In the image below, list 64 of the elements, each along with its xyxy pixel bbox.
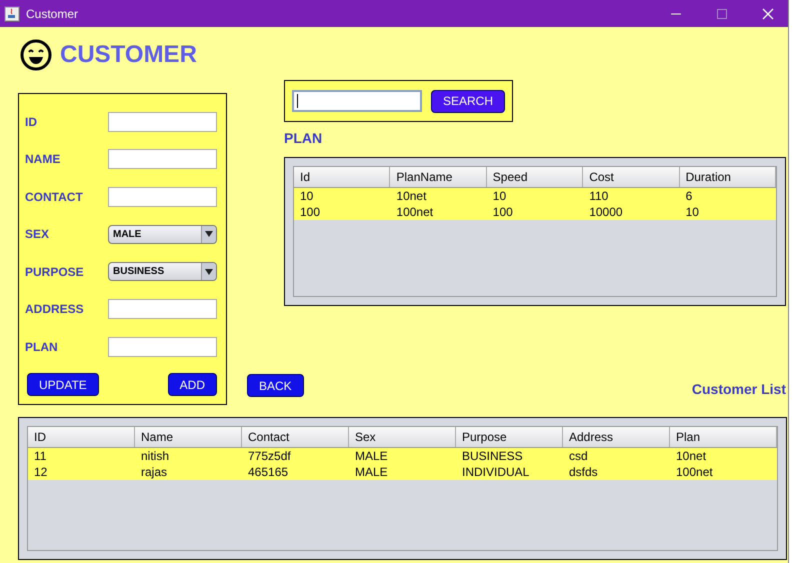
caret-icon	[205, 268, 213, 275]
table-cell-text: 465165	[247, 464, 290, 480]
search-button[interactable]: SEARCH	[431, 90, 506, 112]
field-label: PLAN	[25, 340, 58, 354]
table-cell-text: 10net	[395, 188, 428, 204]
column-header[interactable]: Id	[294, 167, 390, 187]
table-cell-text: 100net	[675, 464, 714, 480]
input-field[interactable]	[108, 299, 217, 320]
table-cell-text: 100net	[395, 204, 434, 220]
column-header[interactable]: Name	[135, 427, 242, 447]
page-heading: CUSTOMER	[60, 40, 197, 68]
input-field[interactable]	[108, 149, 217, 170]
table-cell-text: MALE	[354, 448, 389, 464]
column-header[interactable]: Duration	[680, 167, 776, 187]
column-header[interactable]: Cost	[583, 167, 680, 187]
table-cell-text: 10	[492, 188, 508, 204]
table-cell-text: BUSINESS	[461, 448, 524, 464]
table-cell-text: 100	[299, 204, 322, 220]
maximize-icon[interactable]	[716, 8, 728, 20]
column-header[interactable]: Address	[563, 427, 670, 447]
dropdown[interactable]: BUSINESS	[108, 262, 217, 282]
smiley-icon	[20, 38, 52, 70]
table-cell-text: nitish	[140, 448, 170, 464]
section-label: Customer List	[692, 381, 786, 397]
back-button[interactable]: BACK	[247, 374, 304, 397]
table-cell-text: 10net	[675, 448, 708, 464]
column-header[interactable]: Plan	[670, 427, 777, 447]
column-header[interactable]: Purpose	[456, 427, 563, 447]
input-field[interactable]	[108, 186, 217, 207]
field-label: CONTACT	[25, 190, 83, 204]
table-cell-text: 6	[684, 188, 694, 204]
field-label: ADDRESS	[25, 302, 84, 316]
field-label: ID	[25, 114, 37, 129]
input-field[interactable]	[108, 112, 217, 132]
field-label: PURPOSE	[25, 264, 84, 279]
table-cell-text: 11	[33, 448, 48, 464]
input-field[interactable]	[108, 336, 217, 357]
table-cell-text: INDIVIDUAL	[461, 464, 530, 480]
table-cell-text: rajas	[140, 464, 168, 480]
table-cell-text: csd	[568, 448, 589, 464]
table-cell-text: MALE	[354, 464, 389, 480]
table-cell-text: dsfds	[568, 464, 599, 480]
dropdown[interactable]: MALE	[108, 224, 217, 244]
table-cell-text: 10	[299, 188, 314, 204]
table-cell-text: 110	[588, 188, 610, 204]
table-cell-text: 10	[684, 204, 700, 220]
close-icon[interactable]	[762, 8, 774, 20]
form-button[interactable]: UPDATE	[27, 373, 99, 396]
column-header[interactable]: PlanName	[390, 167, 487, 187]
field-label: NAME	[25, 152, 60, 166]
column-header[interactable]: Speed	[486, 167, 584, 187]
column-header[interactable]: Sex	[349, 427, 456, 447]
column-header[interactable]: ID	[28, 427, 135, 447]
search-field[interactable]	[292, 90, 422, 112]
field-label: SEX	[25, 227, 50, 242]
column-header[interactable]: Contact	[242, 427, 349, 447]
table-cell-text: 100	[492, 204, 514, 220]
table-cell-text: 775z5df	[247, 448, 292, 464]
form-button[interactable]: ADD	[168, 373, 217, 396]
caret-icon	[205, 231, 213, 238]
table-cell-text: 10000	[588, 204, 624, 220]
section-label: PLAN	[284, 130, 324, 148]
window-title: Customer	[26, 6, 80, 20]
table-cell-text: 12	[33, 464, 48, 480]
